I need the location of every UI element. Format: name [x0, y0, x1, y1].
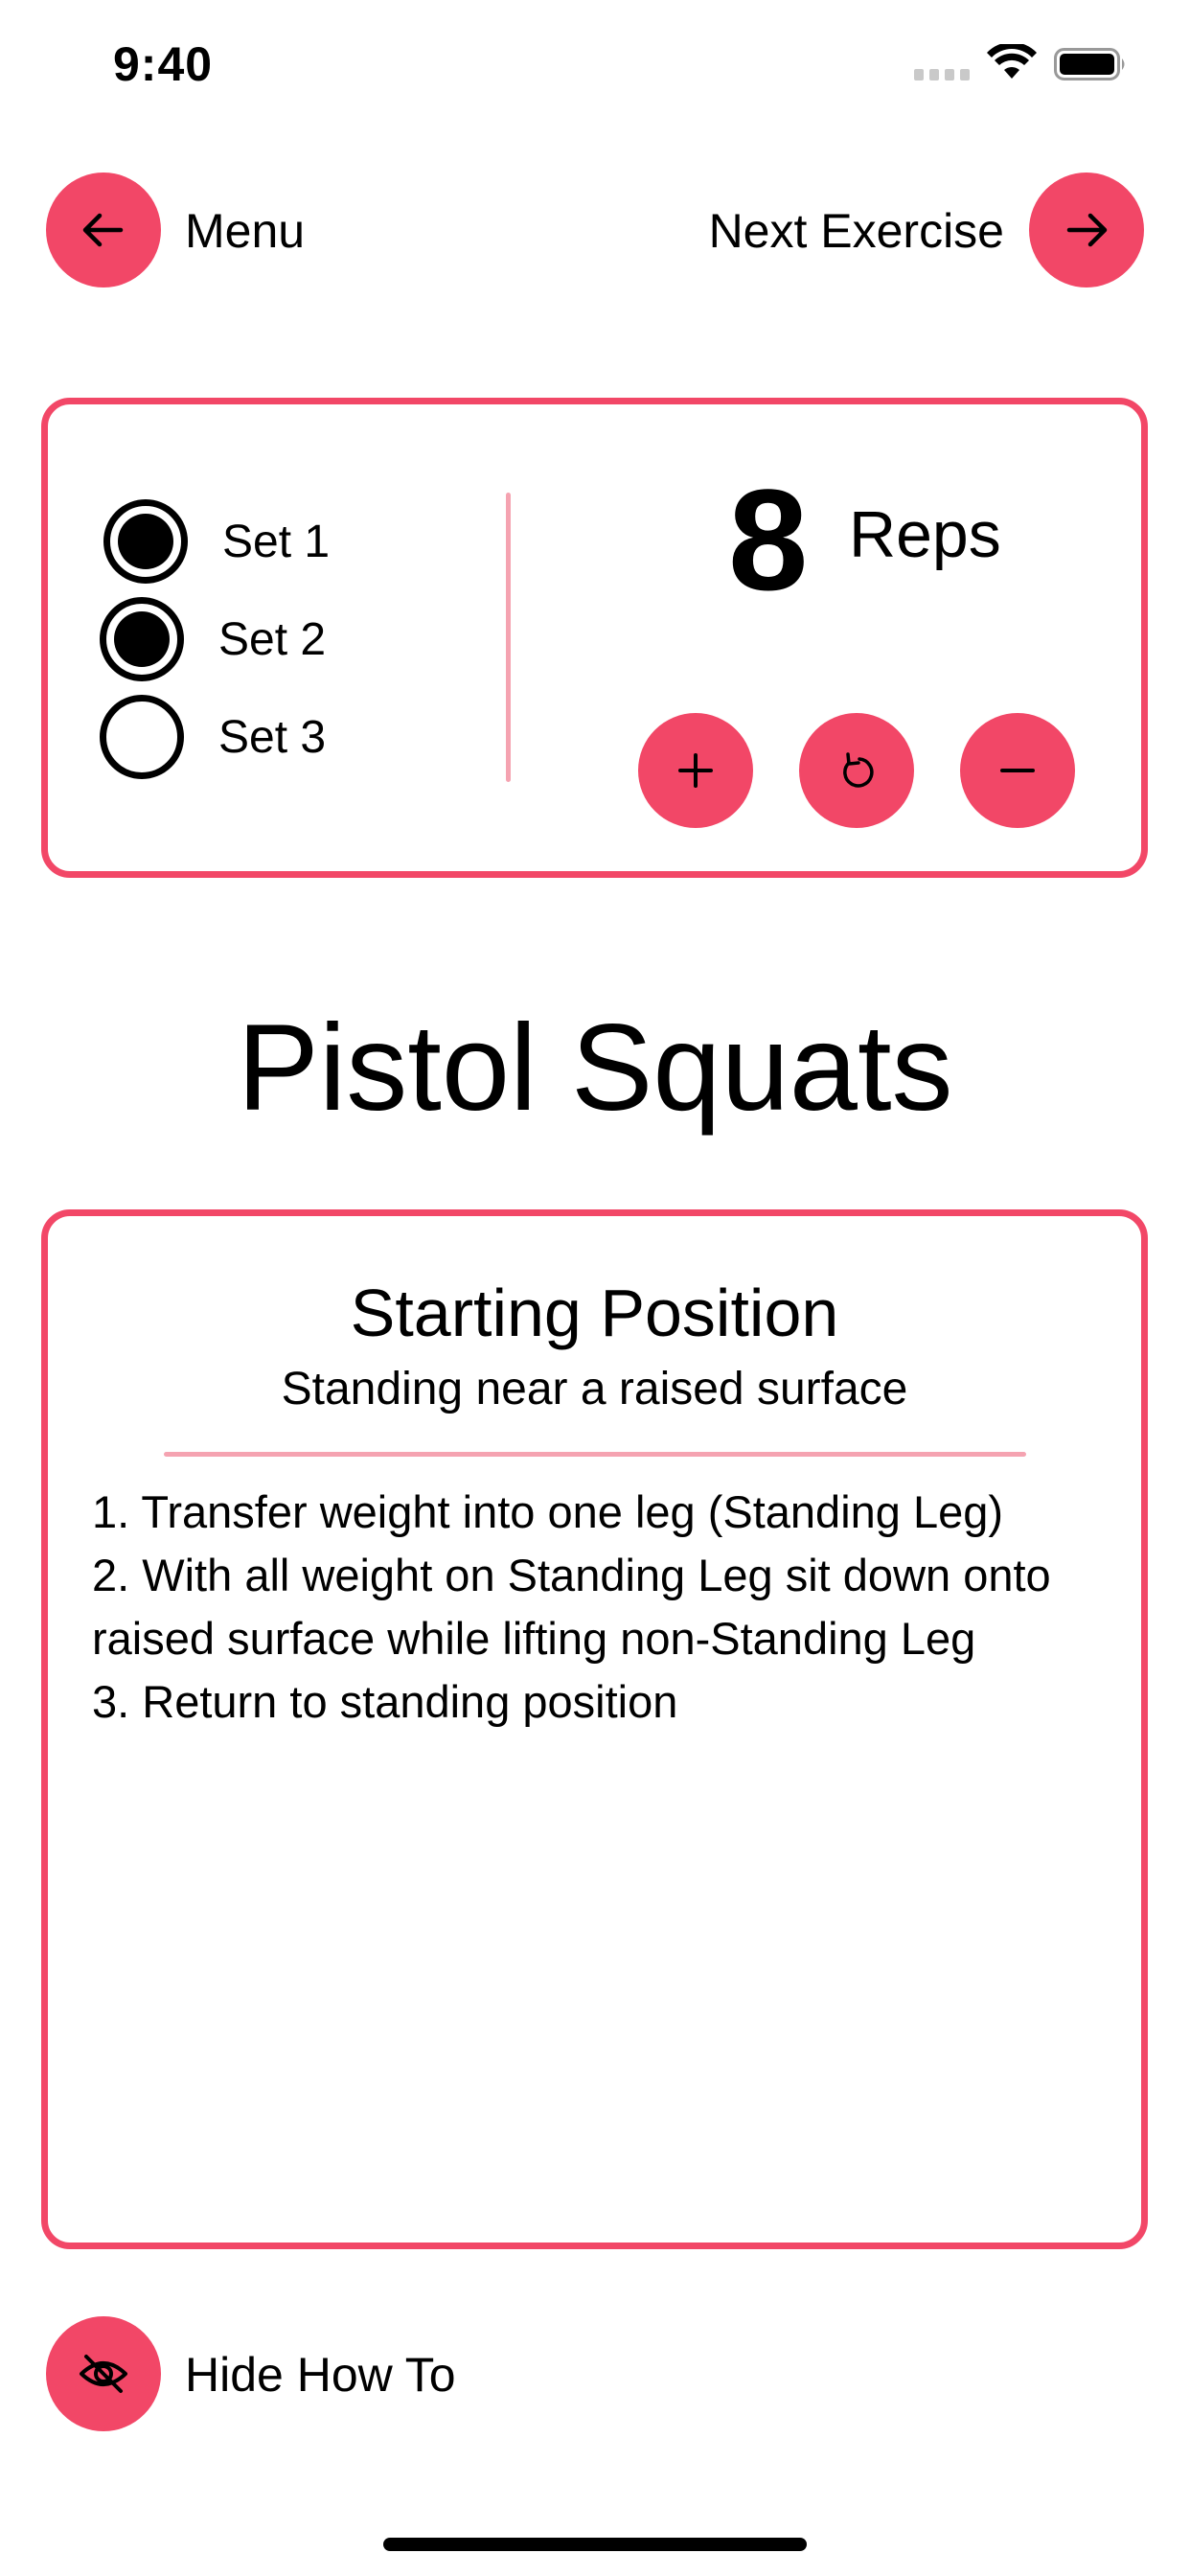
hide-how-to-label[interactable]: Hide How To: [185, 2346, 456, 2404]
decrement-reps-button[interactable]: [960, 713, 1075, 828]
radio-checked[interactable]: [100, 597, 184, 681]
set-3-radio[interactable]: Set 3: [100, 695, 326, 779]
card-divider: [506, 493, 511, 782]
eye-slash-icon: [80, 2355, 127, 2393]
radio-unchecked[interactable]: [100, 695, 184, 779]
menu-back-button[interactable]: [46, 172, 161, 288]
increment-reps-button[interactable]: [638, 713, 753, 828]
exercise-title: Pistol Squats: [237, 1000, 953, 1137]
step-item: 3. Return to standing position: [92, 1676, 678, 1727]
next-exercise-button[interactable]: [1029, 172, 1144, 288]
arrow-right-icon: [1066, 213, 1108, 247]
hide-how-to-button[interactable]: [46, 2316, 161, 2431]
cellular-signal-icon: [914, 69, 973, 82]
reps-label: Reps: [849, 498, 1001, 571]
set-1-label: Set 1: [222, 516, 331, 567]
radio-checked[interactable]: [103, 499, 188, 584]
wifi-icon: [987, 44, 1037, 79]
how-to-steps: 1. Transfer weight into one leg (Standin…: [92, 1481, 1088, 1734]
plus-icon: [678, 753, 713, 788]
step-item: 2. With all weight on Standing Leg sit d…: [92, 1550, 1051, 1664]
set-3-label: Set 3: [218, 711, 327, 763]
arrow-left-icon: [82, 213, 124, 247]
minus-icon: [1000, 769, 1035, 772]
battery-icon: [1054, 48, 1125, 80]
home-indicator[interactable]: [383, 2538, 807, 2551]
set-2-label: Set 2: [218, 613, 327, 665]
reset-reps-button[interactable]: [799, 713, 914, 828]
how-to-title: Starting Position: [350, 1276, 839, 1350]
menu-label[interactable]: Menu: [185, 202, 305, 260]
status-time: 9:40: [113, 37, 214, 91]
set-1-radio[interactable]: Set 1: [103, 499, 330, 584]
next-exercise-label[interactable]: Next Exercise: [709, 202, 1004, 260]
reset-icon: [843, 752, 874, 788]
how-to-divider: [164, 1452, 1026, 1457]
how-to-subtitle: Standing near a raised surface: [281, 1364, 908, 1414]
reps-count: 8: [728, 459, 809, 620]
set-2-radio[interactable]: Set 2: [100, 597, 326, 681]
step-item: 1. Transfer weight into one leg (Standin…: [92, 1486, 1004, 1537]
